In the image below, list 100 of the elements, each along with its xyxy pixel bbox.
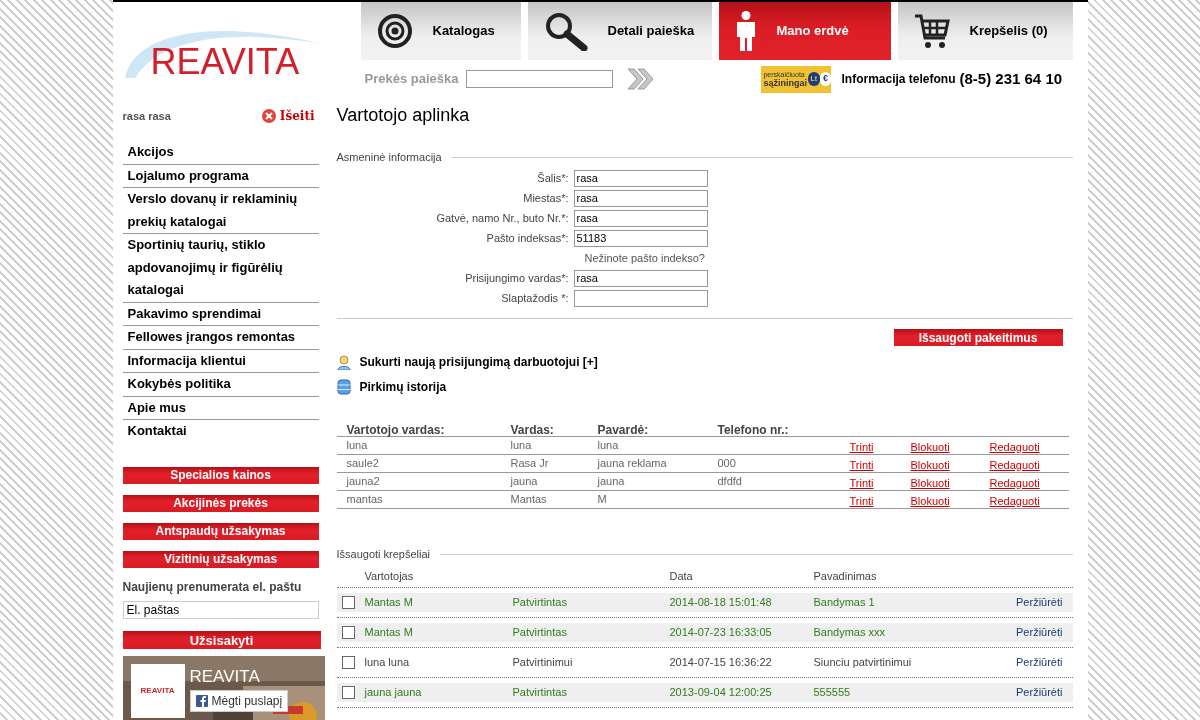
input-field[interactable]: rasa [573,269,708,287]
table-cell-text: dfdfd [717,474,743,490]
table-cell-text: 000 [717,456,737,472]
view-link[interactable]: Peržiūrėti [1016,624,1063,641]
search-icon [543,11,588,51]
field-label: Šalis*: [536,170,569,186]
column-header: Data [669,568,694,584]
status-text: Patvirtintas [512,625,568,641]
column-header: Pavadinimas [813,568,878,584]
action-link[interactable]: Pirkimų istorija [336,379,1073,395]
target-icon [376,13,413,49]
table-cell-text: jauna jauna [364,685,423,701]
input-field[interactable]: 51183 [573,229,708,247]
sidebar-button[interactable]: Akcijinės prekės [122,494,319,512]
table-link[interactable]: Blokuoti [910,440,950,453]
search-field[interactable] [466,70,614,88]
status-text: Patvirtintas [512,595,568,611]
sidebar-item[interactable]: Kontaktai [122,420,319,443]
field-label: Prisijungimo vardas*: [464,270,569,286]
sidebar-item[interactable]: Sportinių taurių, stiklo apdovanojimų ir figūrėlių katalogai [122,234,319,303]
nav-tab[interactable]: Detali paieška [527,2,712,60]
sidebar-item[interactable]: Apie mus [122,396,319,421]
table-cell-text: Mantas [510,492,548,508]
status-text: Patvirtinimui [512,655,574,671]
view-link[interactable]: Peržiūrėti [1016,594,1063,611]
phone-label: Informacija telefonu [841,71,956,88]
sidebar-button[interactable]: Specialios kainos [122,466,319,484]
input-field[interactable]: rasa [573,209,708,227]
nav-tab[interactable]: Krepšelis (0) [897,2,1073,60]
table-link[interactable]: Trinti [849,476,874,489]
table-cell-text: saule2 [346,456,380,472]
subscribe-button[interactable]: Užsisakyti [122,631,321,650]
checkbox[interactable] [341,596,355,609]
column-header: Vartotojas [364,568,415,584]
sidebar-button[interactable]: Vizitinių užsakymas [122,550,319,568]
table-cell-text: 2014-07-15 16:36:22 [669,655,773,671]
checkbox[interactable] [341,686,355,699]
table-link[interactable]: Blokuoti [910,476,950,489]
column-header: Vardas: [510,422,555,436]
table-link[interactable]: Redaguoti [989,476,1040,489]
search-label: Prekės paieška [364,70,459,89]
sidebar-item[interactable]: Pakavimo sprendimai [122,302,319,327]
table-link[interactable]: Redaguoti [989,494,1040,507]
table-cell-text: Bandymas xxx [813,625,887,641]
table-cell-text: mantas [346,492,384,508]
page-name: REAVITA [189,666,260,689]
column-header: Pavardė: [597,422,650,436]
phone-number: (8-5) 231 64 10 [959,68,1063,89]
cart-icon [913,12,950,50]
table-cell-text: Mantas M [364,595,414,611]
nav-tab[interactable]: Mano erdvė [718,2,891,60]
person-icon [734,11,757,51]
logo-text: REAVITA [140,685,175,698]
table-link[interactable]: Redaguoti [989,440,1040,453]
newsletter-label: Naujienų prenumerata el. paštu [122,578,303,596]
input-field[interactable]: rasa [573,169,708,187]
view-link[interactable]: Peržiūrėti [1016,654,1063,671]
sidebar-item[interactable]: Kokybės politika [122,373,319,397]
table-cell-text: luna [510,438,533,454]
table-cell-text: jauna2 [346,474,381,490]
table-cell-text: jauna reklama [597,456,668,472]
sidebar-item[interactable]: Fellowes įrangos remontas [122,326,319,350]
table-cell-text: Rasa Jr [510,456,550,472]
section-title: Išsaugoti krepšeliai [336,546,431,562]
table-cell-text: Bandymas 1 [813,595,876,611]
table-cell-text: 2014-07-23 16:33:05 [669,625,773,641]
user-icon [336,354,351,370]
go-button[interactable] [627,68,654,90]
table-link[interactable]: Trinti [849,440,874,453]
sidebar-item[interactable]: Verslo dovanų ir reklaminių prekių katalogai [122,188,319,235]
column-header: Vartotojo vardas: [346,422,446,436]
table-cell-text: 2014-08-18 15:01:48 [669,595,773,611]
checkbox[interactable] [341,656,355,669]
sidebar-item[interactable]: Informacija klientui [122,349,319,374]
email-field[interactable]: El. paštas [122,600,319,620]
input-field[interactable] [573,289,708,307]
user-name: rasa rasa [122,108,171,124]
field-label: Miestas*: [522,190,569,206]
nav-tab[interactable]: Katalogas [360,2,521,60]
view-link[interactable]: Peržiūrėti [1016,684,1063,701]
input-field[interactable]: rasa [573,189,708,207]
logout-link[interactable]: Išeiti [261,107,315,126]
checkbox[interactable] [341,626,355,639]
table-link[interactable]: Trinti [849,458,874,471]
table-link[interactable]: Trinti [849,494,874,507]
section-title: Asmeninė informacija [336,149,442,165]
like-button[interactable]: Mėgti puslapį [189,690,289,713]
sidebar-button[interactable]: Antspaudų užsakymas [122,522,319,540]
save-button[interactable]: Išsaugoti pakeitimus [893,329,1063,346]
sidebar-item[interactable]: Lojalumo programa [122,164,319,189]
action-link[interactable]: Sukurti naują prisijungimą darbuotojui [+] [336,354,1073,370]
page-title: Vartotojo aplinka [336,104,471,127]
table-link[interactable]: Blokuoti [910,458,950,471]
table-link[interactable]: Redaguoti [989,458,1040,471]
sidebar-item[interactable]: Akcijos [122,141,319,165]
table-cell-text: jauna [510,474,539,490]
database-icon [336,379,351,395]
field-label: Pašto indeksas*: [485,230,569,246]
table-link[interactable]: Blokuoti [910,494,950,507]
currency-icon: € [819,72,832,86]
